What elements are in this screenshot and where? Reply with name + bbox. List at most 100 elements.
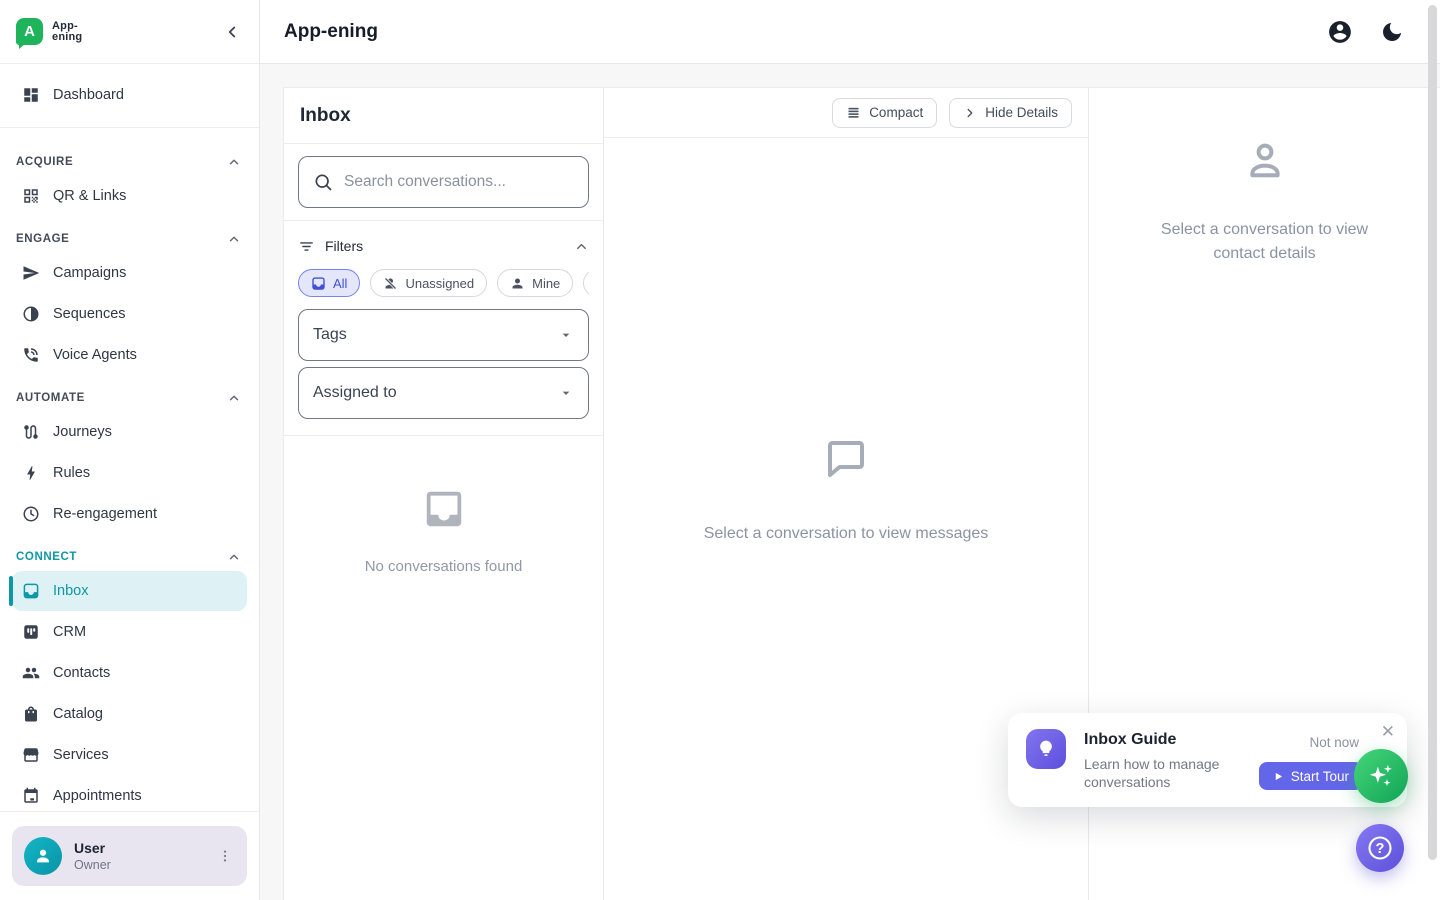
user-card[interactable]: User Owner xyxy=(12,826,247,886)
assigned-to-select[interactable]: Assigned to xyxy=(298,367,589,419)
section-header-acquire[interactable]: ACQUIRE xyxy=(0,140,259,176)
compact-button[interactable]: Compact xyxy=(832,98,937,128)
sidebar-item-campaigns[interactable]: Campaigns xyxy=(12,253,247,293)
filter-chip-mine[interactable]: Mine xyxy=(497,269,573,297)
page-title: App-ening xyxy=(284,21,378,43)
sidebar-item-voice-agents[interactable]: Voice Agents xyxy=(12,335,247,375)
sidebar-item-label: Journeys xyxy=(53,424,112,440)
messages-toolbar: Compact Hide Details xyxy=(604,88,1088,138)
inbox-icon xyxy=(22,582,40,600)
sidebar-collapse-button[interactable] xyxy=(223,23,241,41)
filters-label: Filters xyxy=(325,238,574,254)
sidebar-item-inbox[interactable]: Inbox xyxy=(12,571,247,611)
sidebar-item-label: Re-engagement xyxy=(53,506,157,522)
vertical-scrollbar[interactable] xyxy=(1428,5,1437,860)
not-now-button[interactable]: Not now xyxy=(1305,729,1363,756)
empty-messages-text: Select a conversation to view messages xyxy=(704,525,989,543)
section-header-automate[interactable]: AUTOMATE xyxy=(0,376,259,412)
user-role: Owner xyxy=(74,858,213,872)
sidebar-nav: Dashboard ACQUIRE QR & Links ENGAGE xyxy=(0,64,259,811)
sidebar-item-label: Rules xyxy=(53,465,90,481)
topbar-actions xyxy=(1326,18,1406,46)
sidebar-item-label: Inbox xyxy=(53,583,88,599)
sidebar-item-dashboard[interactable]: Dashboard xyxy=(12,75,247,115)
start-tour-button[interactable]: Start Tour xyxy=(1259,762,1363,790)
section-title: ENGAGE xyxy=(16,233,69,245)
sidebar-item-re-engagement[interactable]: Re-engagement xyxy=(12,494,247,534)
topbar: App-ening xyxy=(260,0,1440,64)
hide-details-button[interactable]: Hide Details xyxy=(949,98,1072,128)
chip-label: Unassigned xyxy=(405,276,474,291)
sidebar-item-journeys[interactable]: Journeys xyxy=(12,412,247,452)
filters-section: Filters All xyxy=(284,221,603,436)
sparkles-icon xyxy=(1366,761,1396,791)
filter-chips: All Unassigned xyxy=(298,269,589,297)
sidebar-item-appointments[interactable]: Appointments xyxy=(12,776,247,811)
conversation-list-panel: Inbox xyxy=(284,88,604,900)
inbox-icon xyxy=(311,276,326,291)
section-header-engage[interactable]: ENGAGE xyxy=(0,217,259,253)
play-icon xyxy=(1273,771,1284,782)
search-field[interactable] xyxy=(298,156,589,208)
app-logo[interactable]: A App- ening xyxy=(16,18,82,45)
bolt-icon xyxy=(22,464,40,482)
section-title: CONNECT xyxy=(16,551,77,563)
search-section xyxy=(284,144,603,221)
filters-header[interactable]: Filters xyxy=(298,231,589,261)
account-button[interactable] xyxy=(1326,18,1354,46)
lightbulb-icon xyxy=(1026,729,1066,769)
panel-title: Inbox xyxy=(300,105,351,127)
chevron-down-icon xyxy=(558,385,574,401)
ai-assistant-fab[interactable] xyxy=(1354,749,1408,803)
sidebar-item-catalog[interactable]: Catalog xyxy=(12,694,247,734)
chat-bubble-icon xyxy=(822,435,870,483)
sidebar-item-sequences[interactable]: Sequences xyxy=(12,294,247,334)
dark-mode-button[interactable] xyxy=(1378,18,1406,46)
section-header-connect[interactable]: CONNECT xyxy=(0,535,259,571)
user-name: User xyxy=(74,840,213,856)
user-meta: User Owner xyxy=(74,840,213,872)
person-off-icon xyxy=(383,276,398,291)
conversation-list-empty-state: No conversations found xyxy=(284,436,603,900)
sidebar-item-label: Services xyxy=(53,747,109,763)
filter-chip-unread[interactable]: Unread xyxy=(583,269,589,297)
sidebar-item-label: Appointments xyxy=(53,788,142,804)
user-menu-button[interactable] xyxy=(213,844,237,868)
help-icon: ? xyxy=(1366,834,1394,862)
chevron-up-icon[interactable] xyxy=(574,239,589,254)
help-fab[interactable]: ? xyxy=(1356,824,1404,872)
dashboard-icon xyxy=(22,86,40,104)
sidebar-item-rules[interactable]: Rules xyxy=(12,453,247,493)
chevron-up-icon xyxy=(227,232,241,246)
calendar-icon xyxy=(22,787,40,805)
guide-title: Inbox Guide xyxy=(1084,731,1259,749)
sidebar-item-label: Campaigns xyxy=(53,265,126,281)
sidebar-item-label: Dashboard xyxy=(53,87,124,103)
sidebar-item-services[interactable]: Services xyxy=(12,735,247,775)
search-input[interactable] xyxy=(344,173,578,191)
phone-icon xyxy=(22,346,40,364)
sidebar-item-contacts[interactable]: Contacts xyxy=(12,653,247,693)
guide-actions: Not now Start Tour xyxy=(1259,729,1363,791)
guide-subtitle: Learn how to manage conversations xyxy=(1084,755,1259,791)
chevron-up-icon xyxy=(227,550,241,564)
app-logo-icon: A xyxy=(16,18,43,45)
sidebar: A App- ening Dashboard xyxy=(0,0,260,900)
chevron-right-icon xyxy=(963,106,977,120)
sidebar-item-qr-links[interactable]: QR & Links xyxy=(12,176,247,216)
compact-list-icon xyxy=(846,105,861,120)
inbox-tray-icon xyxy=(421,486,467,532)
send-icon xyxy=(22,264,40,282)
chip-label: Mine xyxy=(532,276,560,291)
filter-icon xyxy=(298,238,315,255)
filter-chip-unassigned[interactable]: Unassigned xyxy=(370,269,487,297)
sidebar-item-crm[interactable]: CRM xyxy=(12,612,247,652)
app-root: A App- ening Dashboard xyxy=(0,0,1440,900)
tags-select[interactable]: Tags xyxy=(298,309,589,361)
sidebar-item-label: Voice Agents xyxy=(53,347,137,363)
empty-list-text: No conversations found xyxy=(365,558,523,575)
chevron-up-icon xyxy=(227,155,241,169)
chevron-down-icon xyxy=(558,327,574,343)
filter-chip-all[interactable]: All xyxy=(298,269,360,297)
close-icon[interactable]: ✕ xyxy=(1381,723,1395,740)
